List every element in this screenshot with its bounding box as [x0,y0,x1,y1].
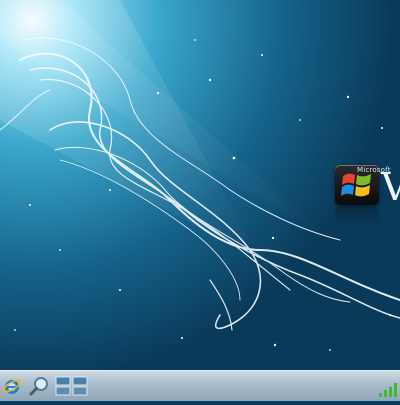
logo-reflection [335,206,379,226]
network-status-button[interactable] [376,371,400,401]
taskbar [0,370,400,401]
internet-explorer-button[interactable] [0,371,24,401]
brand-big-text: V [381,165,400,209]
internet-explorer-icon [2,379,22,394]
switch-windows-button[interactable] [54,371,90,401]
network-signal-icon [379,383,397,397]
search-icon [29,377,48,396]
desktop: Microsoft V [0,0,400,400]
switch-windows-icon [55,376,88,396]
search-button[interactable] [26,371,52,401]
